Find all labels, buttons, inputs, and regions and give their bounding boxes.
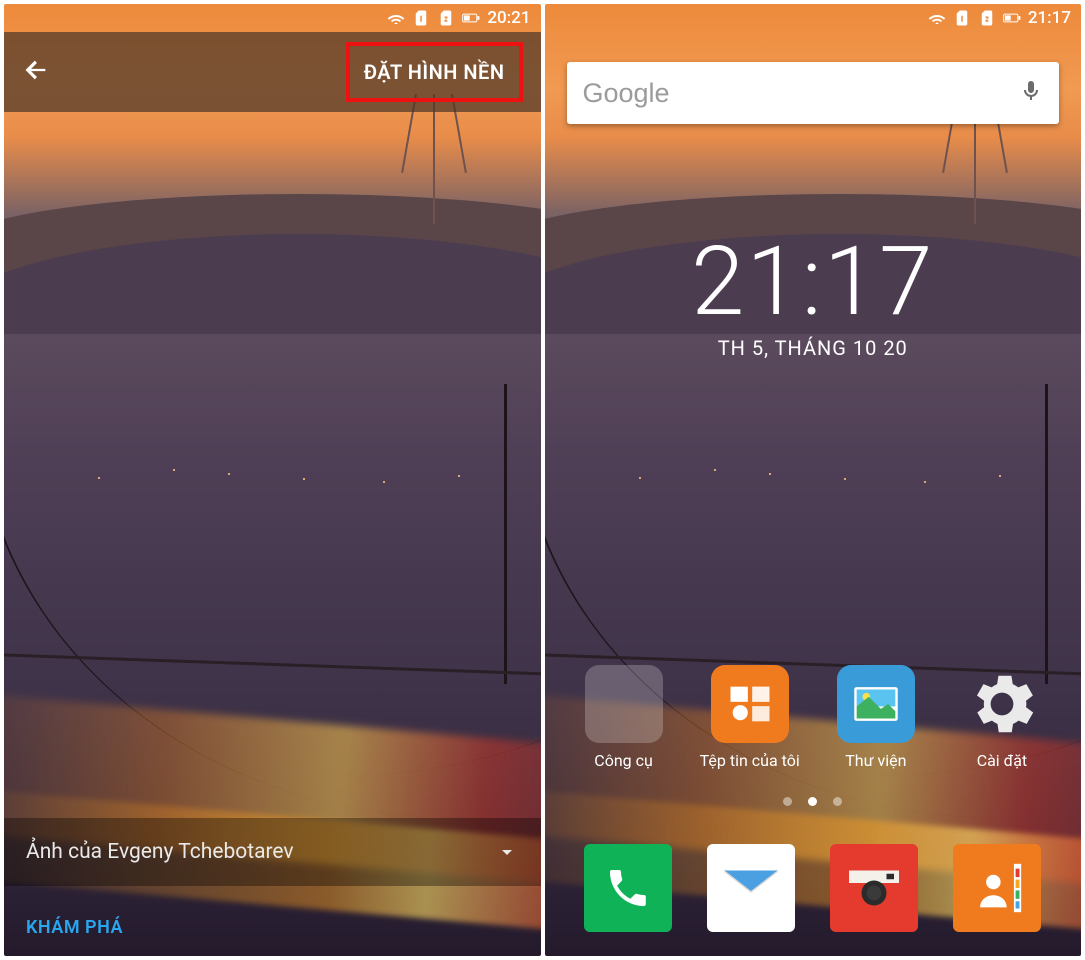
files-icon [711,665,789,743]
sutro-tower-silhouette [433,94,435,224]
app-settings[interactable]: Cài đặt [947,665,1057,770]
settings-icon [963,665,1041,743]
dock-phone[interactable] [584,844,672,932]
sim1-icon [953,9,971,27]
sim2-icon [978,9,996,27]
app-gallery[interactable]: Thư viện [821,665,931,770]
page-dot [833,797,842,806]
app-my-files[interactable]: Tệp tin của tôi [695,665,805,770]
dock-camera[interactable] [830,844,918,932]
status-time: 21:17 [1028,8,1071,28]
mic-icon[interactable] [1019,77,1043,109]
wifi-icon [387,9,405,27]
app-tools-folder[interactable]: Công cụ [569,665,679,770]
google-search-bar[interactable]: Google [567,62,1060,124]
page-dot [783,797,792,806]
status-bar: 20:21 [4,4,541,32]
app-label: Thư viện [845,751,906,770]
gallery-icon [837,665,915,743]
clock-date: TH 5, THÁNG 10 20 [545,336,1082,360]
wifi-icon [928,9,946,27]
app-label: Tệp tin của tôi [700,751,800,770]
preview-header: ĐẶT HÌNH NỀN [4,32,541,112]
photo-credit-bar[interactable]: Ảnh của Evgeny Tchebotarev [4,818,541,886]
chevron-down-icon [495,840,519,864]
wallpaper-image [4,4,541,956]
app-label: Cài đặt [977,751,1027,770]
set-wallpaper-button[interactable]: ĐẶT HÌNH NỀN [346,42,523,102]
dock-contacts[interactable] [953,844,1041,932]
clock-widget[interactable]: 21:17 TH 5, THÁNG 10 20 [545,234,1082,360]
wallpaper-preview-screen: 20:21 ĐẶT HÌNH NỀN Ảnh của Evgeny Tchebo… [4,4,541,956]
app-label: Công cụ [594,751,653,770]
page-indicator[interactable] [545,797,1082,806]
folder-icon [585,665,663,743]
battery-icon [1003,9,1021,27]
home-screen: 21:17 Google 21:17 TH 5, THÁNG 10 20 Côn… [545,4,1082,956]
status-time: 20:21 [487,8,530,28]
battery-icon [462,9,480,27]
page-dot-active [808,797,817,806]
photo-credit-text: Ảnh của Evgeny Tchebotarev [26,840,294,864]
search-placeholder: Google [583,78,670,109]
clock-time: 21:17 [545,234,1082,330]
explore-button[interactable]: KHÁM PHÁ [26,917,123,938]
status-bar: 21:17 [545,4,1082,32]
wallpaper-image [545,4,1082,956]
sim1-icon [412,9,430,27]
dock [545,844,1082,932]
dock-mail[interactable] [707,844,795,932]
sim2-icon [437,9,455,27]
back-button[interactable] [22,56,50,88]
app-row: Công cụ Tệp tin của tôi Thư viện Cài đặt [545,665,1082,770]
